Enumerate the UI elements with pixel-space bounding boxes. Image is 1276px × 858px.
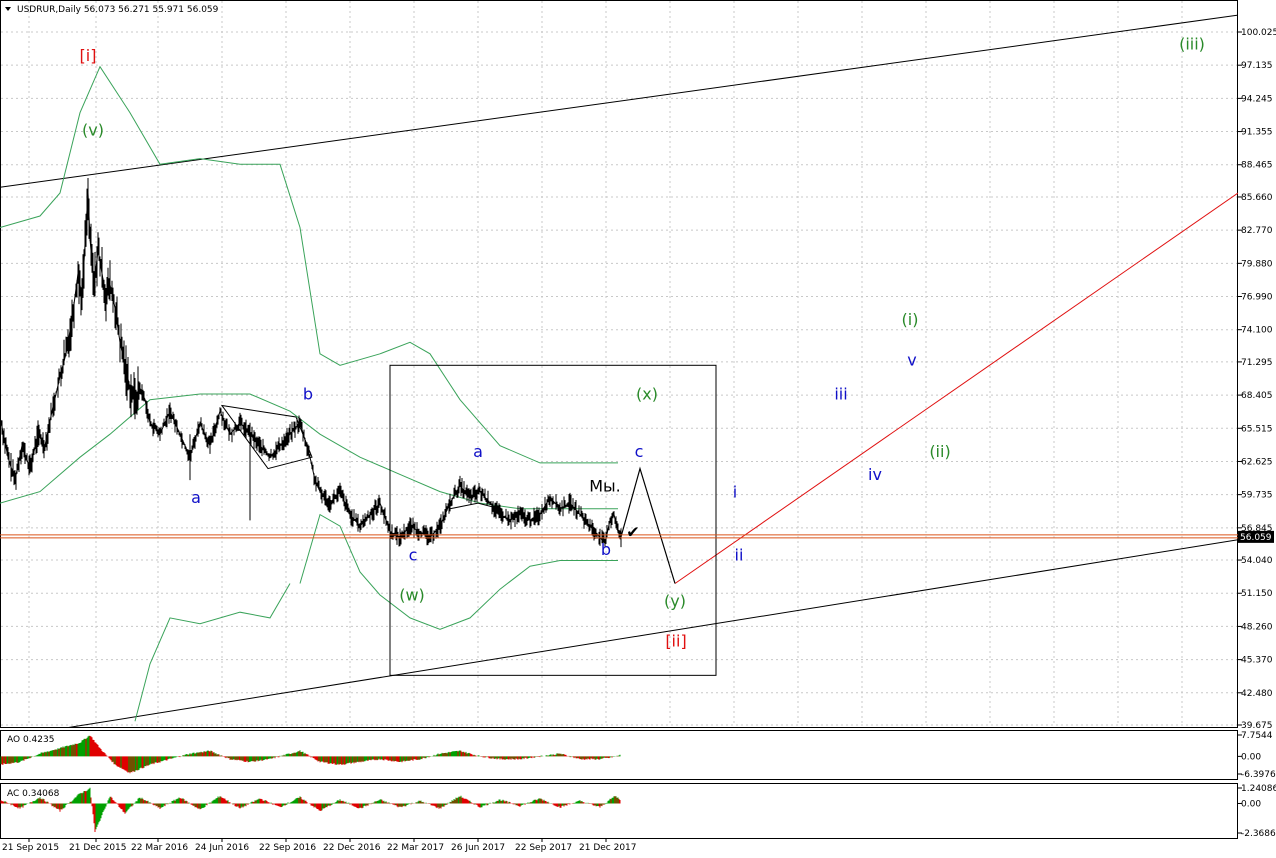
wave-label: a — [191, 488, 201, 507]
y-tick-label: 85.660 — [1241, 193, 1273, 203]
y-tick-label: 68.405 — [1241, 391, 1273, 401]
time-axis[interactable]: 21 Sep 2015 21 Dec 2015 22 Mar 2016 24 Jun … — [2, 838, 637, 853]
wave-label: Мы. — [589, 477, 621, 496]
wave-label: c — [409, 546, 418, 565]
wave-label: [i] — [80, 46, 97, 65]
y-tick-label: -6.3976 — [1241, 770, 1276, 780]
y-tick-label: 42.480 — [1241, 689, 1273, 699]
wave-label: (w) — [399, 586, 425, 605]
y-tick-label: 39.675 — [1241, 721, 1273, 731]
y-tick-label: 88.465 — [1241, 161, 1273, 171]
x-tick-label: 22 Mar 2017 — [387, 843, 444, 853]
x-tick-label: 22 Sep 2016 — [259, 843, 316, 853]
main-frame — [0, 0, 1238, 728]
y-tick-label: 71.295 — [1241, 358, 1273, 368]
band-inner-lower — [299, 513, 618, 630]
channel-upper-line — [0, 14, 1238, 188]
y-tick-label: 0.00 — [1241, 799, 1261, 809]
y-tick-label: 59.735 — [1241, 491, 1273, 501]
wave-labels: [i](v)abc(w)abМы.✔(x)c(y)[ii]iiiiiiivv(i… — [80, 35, 1205, 651]
chevron-down-icon[interactable] — [5, 7, 11, 11]
ac-bars-up — [4, 787, 619, 830]
y-tick-label: 0.00 — [1241, 752, 1261, 762]
y-tick-label: 51.150 — [1241, 589, 1273, 599]
y-tick-label: 97.135 — [1241, 61, 1273, 71]
ao-bars-down — [1, 735, 619, 774]
y-tick-label: 65.515 — [1241, 424, 1273, 434]
y-tick-label: 54.040 — [1241, 556, 1273, 566]
wave-label: iii — [834, 385, 847, 404]
ac-bars-down — [0, 791, 621, 832]
channel-lower-line — [68, 539, 1238, 727]
y-tick-label: 100.025 — [1241, 28, 1276, 38]
y-tick-label: 45.370 — [1241, 656, 1273, 666]
ac-histogram[interactable] — [0, 787, 621, 832]
y-tick-label: 91.355 — [1241, 128, 1273, 138]
x-tick-label: 22 Mar 2016 — [131, 843, 188, 853]
ao-title: AO 0.4235 — [7, 735, 54, 745]
x-tick-label: 22 Dec 2016 — [323, 843, 381, 853]
y-tick-label: 7.7544 — [1241, 731, 1273, 741]
x-tick-label: 21 Dec 2017 — [579, 843, 637, 853]
y-tick-label: 94.245 — [1241, 94, 1273, 104]
wave-label: b — [601, 540, 611, 559]
chart-header: USDRUR,Daily 56.073 56.271 55.971 56.059 — [5, 5, 219, 15]
wave-label: (iii) — [1179, 35, 1205, 54]
symbol-header: USDRUR,Daily 56.073 56.271 55.971 56.059 — [17, 5, 219, 15]
price-axis[interactable]: 100.025 97.135 94.245 91.355 88.465 85.660 82.… — [1238, 28, 1276, 839]
wave-label: (ii) — [929, 442, 950, 461]
wave-label: b — [303, 385, 313, 404]
wave-label: (y) — [664, 591, 686, 610]
wave-label: (v) — [82, 121, 104, 140]
price-series[interactable] — [0, 178, 622, 548]
y-tick-label: 79.880 — [1241, 259, 1273, 269]
y-tick-label: 62.625 — [1241, 457, 1273, 467]
y-tick-label: 76.990 — [1241, 293, 1273, 303]
indicator-frames — [0, 730, 1238, 839]
wave-label: ✔ — [626, 523, 639, 542]
y-tick-label: 82.770 — [1241, 226, 1273, 236]
wave-label: ii — [735, 546, 744, 565]
target-line — [674, 192, 1238, 584]
y-tick-label: 1.24086 — [1241, 784, 1276, 794]
wave-label: i — [733, 482, 737, 501]
x-tick-label: 24 Jun 2016 — [195, 843, 249, 853]
wave-label: c — [635, 442, 644, 461]
triangle-pattern — [220, 404, 313, 470]
wave-label: iv — [868, 465, 882, 484]
y-tick-label: 48.260 — [1241, 622, 1273, 632]
y-tick-label: 74.100 — [1241, 326, 1273, 336]
x-tick-label: 26 Jun 2017 — [451, 843, 505, 853]
wave-label: [ii] — [665, 632, 686, 651]
main-grid — [0, 0, 1238, 728]
wave-label: (i) — [902, 310, 919, 329]
price-line[interactable] — [0, 192, 622, 545]
chart-canvas: [i](v)abc(w)abМы.✔(x)c(y)[ii]iiiiiiivv(i… — [0, 0, 1276, 853]
ac-frame — [0, 783, 1238, 839]
x-tick-label: 21 Dec 2015 — [69, 843, 127, 853]
x-tick-label: 21 Sep 2015 — [2, 843, 59, 853]
x-tick-label: 22 Sep 2017 — [515, 843, 572, 853]
trend-channel — [0, 14, 1238, 727]
wave-label: v — [907, 350, 916, 369]
ac-title: AC 0.34068 — [7, 789, 60, 799]
y-tick-label: -2.36862 — [1241, 829, 1276, 839]
wave-label: (x) — [636, 385, 658, 404]
ao-histogram[interactable] — [0, 735, 621, 774]
price-tag-label: 56.059 — [1240, 533, 1272, 543]
wave-label: a — [473, 442, 483, 461]
price-bars[interactable] — [0, 178, 622, 548]
